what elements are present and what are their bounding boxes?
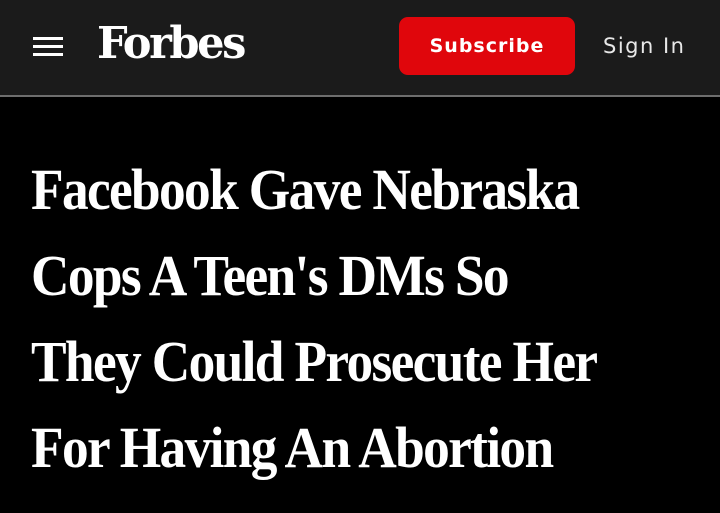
menu-bar bbox=[33, 53, 63, 56]
menu-bar bbox=[33, 37, 63, 40]
hamburger-menu-icon[interactable] bbox=[33, 35, 63, 59]
article-headline: Facebook Gave Nebraska Cops A Teen's DMs… bbox=[31, 147, 657, 491]
site-header: Forbes Subscribe Sign In bbox=[0, 0, 720, 97]
sign-in-link[interactable]: Sign In bbox=[603, 30, 685, 62]
subscribe-button[interactable]: Subscribe bbox=[399, 17, 575, 75]
menu-bar bbox=[33, 45, 63, 48]
headline-line: They Could Prosecute Her bbox=[31, 329, 598, 394]
headline-line: For Having An Abortion bbox=[31, 415, 554, 480]
forbes-logo[interactable]: Forbes bbox=[97, 16, 246, 72]
headline-line: Cops A Teen's DMs So bbox=[31, 243, 510, 308]
headline-line: Facebook Gave Nebraska bbox=[31, 157, 580, 222]
page: Forbes Subscribe Sign In Facebook Gave N… bbox=[0, 0, 720, 513]
